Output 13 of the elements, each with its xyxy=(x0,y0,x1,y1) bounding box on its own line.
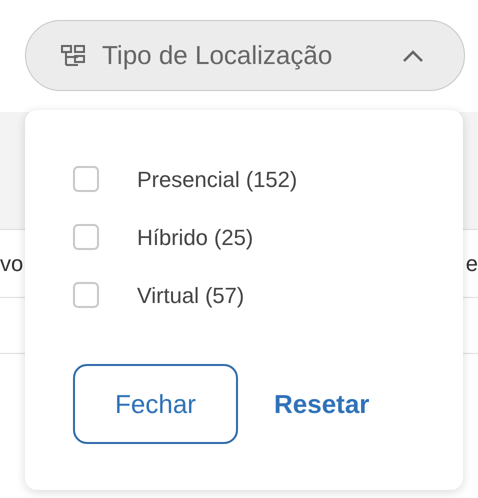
checkbox[interactable] xyxy=(73,282,99,308)
close-button[interactable]: Fechar xyxy=(73,364,238,444)
option-label[interactable]: Virtual (57) xyxy=(137,278,244,312)
reset-button[interactable]: Resetar xyxy=(274,384,370,424)
hierarchy-icon xyxy=(60,42,86,68)
background-text: vo xyxy=(0,250,24,278)
option-label[interactable]: Presencial (152) xyxy=(137,162,298,196)
checkbox[interactable] xyxy=(73,224,99,250)
filter-dropdown-button[interactable]: Tipo de Localização xyxy=(25,20,465,91)
checkbox[interactable] xyxy=(73,166,99,192)
background-text: e xyxy=(466,250,478,278)
option-label[interactable]: Híbrido (25) xyxy=(137,220,254,254)
chevron-up-icon xyxy=(402,48,424,62)
